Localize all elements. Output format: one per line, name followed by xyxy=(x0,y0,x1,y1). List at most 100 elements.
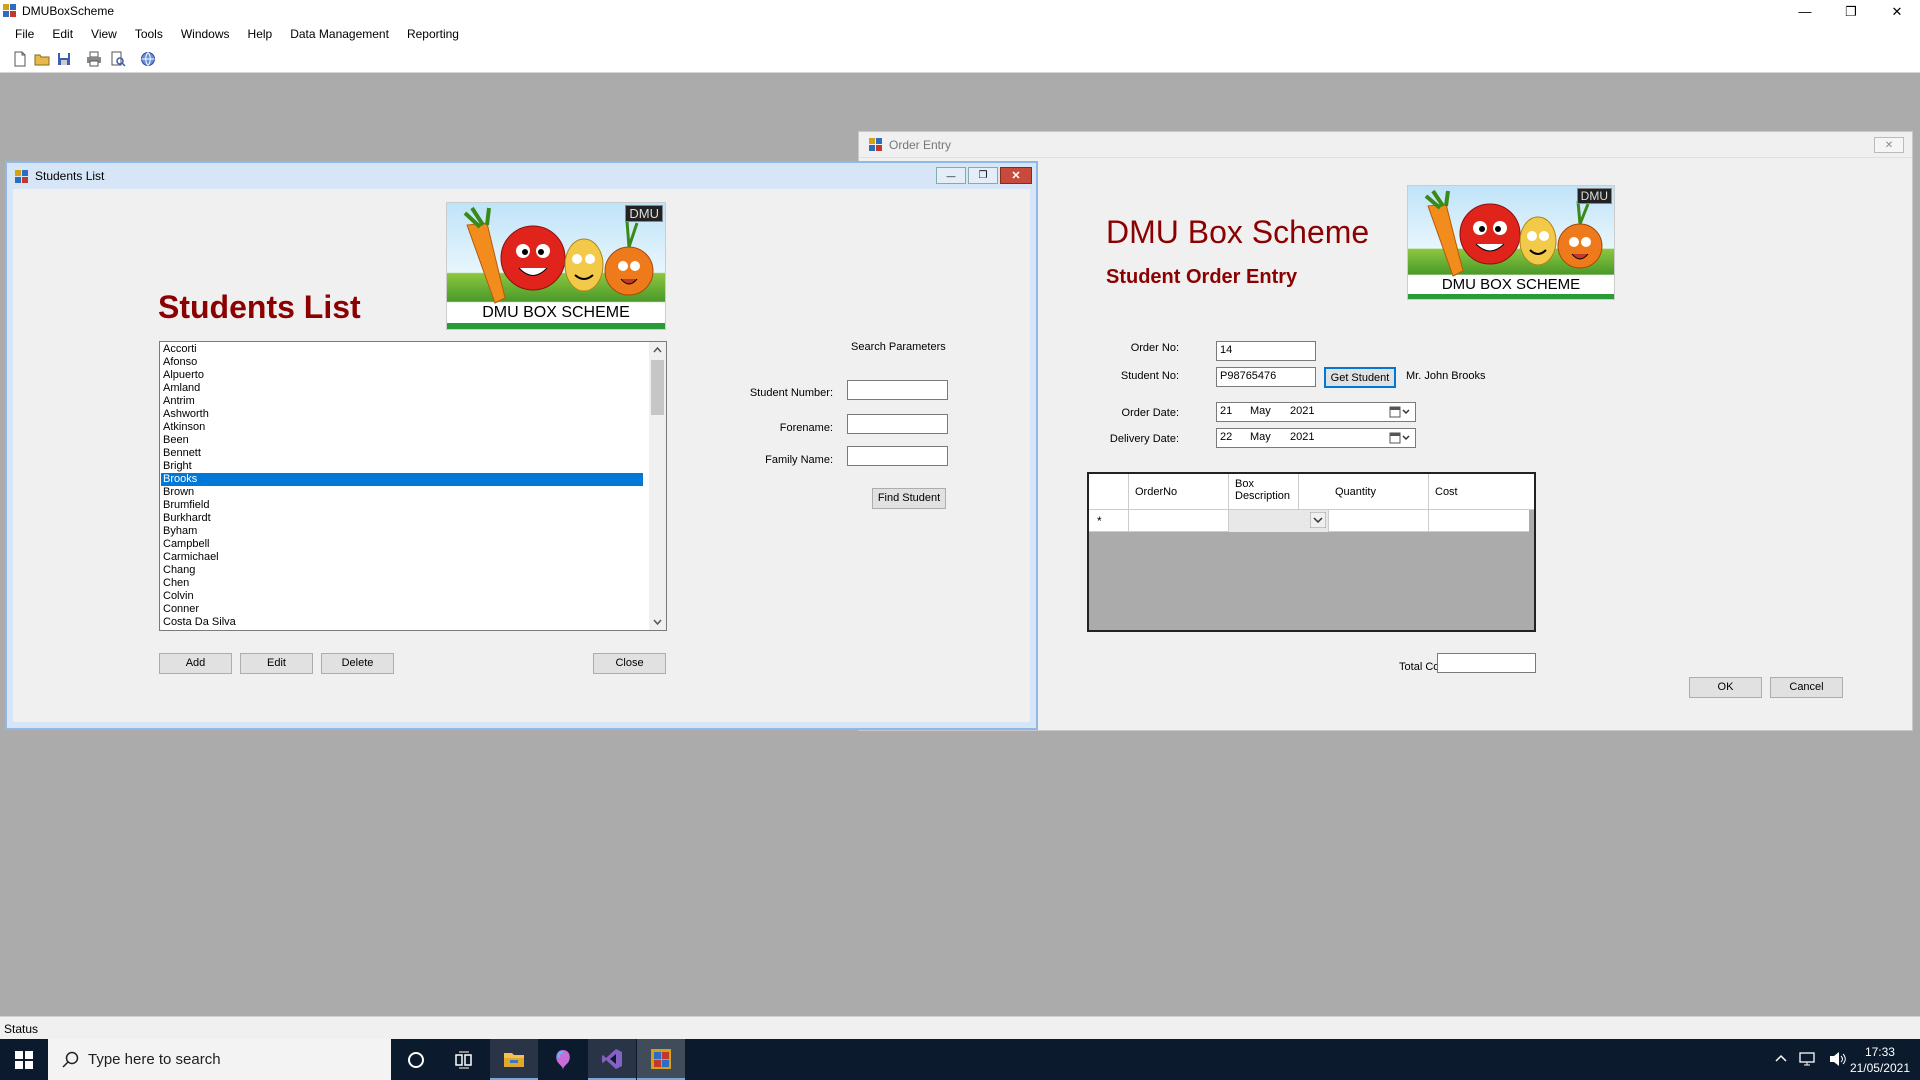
list-item[interactable]: Chang xyxy=(161,564,643,577)
find-student-button[interactable]: Find Student xyxy=(872,488,946,509)
grid-new-row[interactable]: * xyxy=(1089,510,1529,532)
file-explorer-icon xyxy=(504,1052,524,1067)
minimize-button[interactable]: — xyxy=(1782,0,1828,23)
delivery-date-picker[interactable]: 22 May 2021 xyxy=(1216,428,1416,448)
students-close-button[interactable]: ✕ xyxy=(1000,167,1032,184)
list-item[interactable]: Brown xyxy=(161,486,643,499)
get-student-button[interactable]: Get Student xyxy=(1324,367,1396,388)
visual-studio-button[interactable] xyxy=(588,1039,636,1080)
order-subheading: Student Order Entry xyxy=(1106,266,1298,288)
paint-app-button[interactable] xyxy=(539,1039,587,1080)
taskbar-search-box[interactable]: Type here to search xyxy=(48,1039,391,1080)
list-item[interactable]: Chen xyxy=(161,577,643,590)
list-item[interactable]: Burkhardt xyxy=(161,512,643,525)
status-text: Status xyxy=(4,1022,39,1036)
grid-cell-box-description[interactable] xyxy=(1229,510,1329,532)
list-item[interactable]: Campbell xyxy=(161,538,643,551)
task-view-button[interactable] xyxy=(440,1039,488,1080)
list-item[interactable]: Been xyxy=(161,434,643,447)
chevron-down-icon[interactable] xyxy=(1310,512,1326,528)
open-folder-icon[interactable] xyxy=(34,51,50,67)
windows-logo-icon xyxy=(15,1050,33,1069)
menu-help[interactable]: Help xyxy=(239,23,282,45)
menu-tools[interactable]: Tools xyxy=(126,23,172,45)
network-icon[interactable] xyxy=(1799,1051,1817,1067)
list-item[interactable]: Accorti xyxy=(161,343,643,356)
close-window-button[interactable]: Close xyxy=(593,653,666,674)
start-button[interactable] xyxy=(0,1039,48,1080)
family-name-input[interactable] xyxy=(847,446,948,466)
chevron-up-icon[interactable] xyxy=(1775,1051,1787,1067)
new-document-icon[interactable] xyxy=(12,51,28,67)
list-item[interactable]: Colvin xyxy=(161,590,643,603)
logo-badge: DMU xyxy=(625,205,663,222)
grid-cell-cost[interactable] xyxy=(1429,510,1529,532)
cortana-button[interactable] xyxy=(392,1039,440,1080)
list-item[interactable]: Afonso xyxy=(161,356,643,369)
students-client-area: Students List DMU DMU BOX SCHEME Accorti… xyxy=(13,189,1030,722)
list-item[interactable]: Antrim xyxy=(161,395,643,408)
menu-data-management[interactable]: Data Management xyxy=(281,23,398,45)
grid-col-orderno[interactable]: OrderNo xyxy=(1129,474,1229,510)
order-date-picker[interactable]: 21 May 2021 xyxy=(1216,402,1416,422)
list-item[interactable]: Atkinson xyxy=(161,421,643,434)
listbox-scrollbar[interactable] xyxy=(649,342,666,630)
dmuboxscheme-taskbar-button[interactable] xyxy=(637,1039,685,1080)
print-preview-icon[interactable] xyxy=(110,51,126,67)
list-item[interactable]: Carmichael xyxy=(161,551,643,564)
list-item[interactable]: Brooks xyxy=(161,473,643,486)
list-item[interactable]: Costa Da Silva xyxy=(161,616,643,629)
save-icon[interactable] xyxy=(56,51,72,67)
student-number-label: Student Number: xyxy=(749,387,833,399)
total-cost-field[interactable] xyxy=(1437,653,1536,673)
grid-col-cost[interactable]: Cost xyxy=(1429,474,1529,510)
menu-edit[interactable]: Edit xyxy=(43,23,82,45)
list-item[interactable]: Ashworth xyxy=(161,408,643,421)
file-explorer-button[interactable] xyxy=(490,1039,538,1080)
maximize-button[interactable]: ❐ xyxy=(1828,0,1874,23)
list-item[interactable]: Byham xyxy=(161,525,643,538)
scroll-down-icon[interactable] xyxy=(653,618,662,626)
grid-cell-orderno[interactable] xyxy=(1129,510,1229,532)
order-entry-close-button[interactable]: ✕ xyxy=(1874,137,1904,153)
students-listbox[interactable]: Accorti Afonso Alpuerto Amland Antrim Ashwort… xyxy=(159,341,667,631)
volume-icon[interactable] xyxy=(1829,1051,1847,1067)
close-button[interactable]: ✕ xyxy=(1874,0,1920,23)
app-title: DMUBoxScheme xyxy=(22,4,115,18)
grid-header: OrderNo Box Description Quantity Cost xyxy=(1089,474,1534,510)
list-item[interactable]: Alpuerto xyxy=(161,369,643,382)
delete-button[interactable]: Delete xyxy=(321,653,394,674)
students-minimize-button[interactable]: — xyxy=(936,167,966,184)
menu-file[interactable]: File xyxy=(6,23,43,45)
calendar-dropdown-icon[interactable] xyxy=(1389,406,1411,418)
order-no-field[interactable]: 14 xyxy=(1216,341,1316,361)
calendar-dropdown-icon[interactable] xyxy=(1389,432,1411,444)
list-item[interactable]: Bennett xyxy=(161,447,643,460)
scroll-thumb[interactable] xyxy=(651,360,664,415)
taskbar-clock[interactable]: 17:33 21/05/2021 xyxy=(1850,1044,1910,1076)
print-icon[interactable] xyxy=(86,51,102,67)
grid-col-quantity[interactable]: Quantity xyxy=(1329,474,1429,510)
student-no-field[interactable]: P98765476 xyxy=(1216,367,1316,387)
logo-text: DMU BOX SCHEME xyxy=(482,304,630,321)
order-entry-title: Order Entry xyxy=(889,137,952,152)
grid-col-box-description[interactable]: Box Description xyxy=(1229,474,1299,510)
students-maximize-button[interactable]: ❐ xyxy=(968,167,998,184)
scroll-up-icon[interactable] xyxy=(653,346,662,354)
help-globe-icon[interactable] xyxy=(140,51,156,67)
student-number-input[interactable] xyxy=(847,380,948,400)
list-item[interactable]: Amland xyxy=(161,382,643,395)
cancel-button[interactable]: Cancel xyxy=(1770,677,1843,698)
menu-windows[interactable]: Windows xyxy=(172,23,239,45)
grid-cell-quantity[interactable] xyxy=(1329,510,1429,532)
ok-button[interactable]: OK xyxy=(1689,677,1762,698)
list-item[interactable]: Bright xyxy=(161,460,643,473)
order-lines-grid[interactable]: OrderNo Box Description Quantity Cost * xyxy=(1087,472,1536,632)
menu-reporting[interactable]: Reporting xyxy=(398,23,468,45)
list-item[interactable]: Brumfield xyxy=(161,499,643,512)
edit-button[interactable]: Edit xyxy=(240,653,313,674)
forename-input[interactable] xyxy=(847,414,948,434)
add-button[interactable]: Add xyxy=(159,653,232,674)
menu-view[interactable]: View xyxy=(82,23,126,45)
list-item[interactable]: Conner xyxy=(161,603,643,616)
